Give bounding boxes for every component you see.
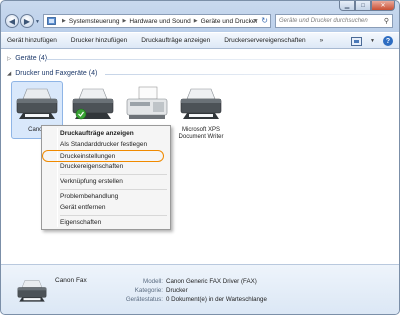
printer-xps-writer[interactable]: Microsoft XPS Document Writer: [171, 83, 231, 141]
details-device-name: Canon Fax: [55, 277, 87, 284]
breadcrumb-hardware[interactable]: Hardware und Sound: [129, 18, 190, 25]
menu-item-properties[interactable]: Eigenschaften: [60, 219, 101, 226]
breadcrumb-separator-icon: ▶: [122, 18, 127, 24]
history-dropdown-icon[interactable]: ▼: [35, 19, 40, 25]
breadcrumb-separator-icon: ▶: [62, 18, 66, 24]
address-bar[interactable]: ▶ Systemsteuerung ▶ Hardware und Sound ▶…: [43, 14, 271, 28]
change-view-icon[interactable]: [351, 36, 363, 46]
add-printer-button[interactable]: Drucker hinzufügen: [71, 37, 127, 44]
menu-item-see-print-jobs[interactable]: Druckaufträge anzeigen: [60, 130, 134, 137]
device-label: Microsoft XPS Document Writer: [178, 127, 224, 140]
details-value: Drucker: [166, 287, 188, 294]
details-key: Gerätestatus:: [125, 296, 163, 303]
back-button[interactable]: ◀: [5, 14, 19, 28]
fax-icon: [126, 86, 168, 119]
breadcrumb-systemsteuerung[interactable]: Systemsteuerung: [69, 18, 120, 25]
explorer-window: ▁ □ ✕ ◀ ▶ ▼ ▶ Systemsteuerung ▶ Hardware…: [0, 0, 400, 315]
more-commands-button[interactable]: »: [320, 37, 324, 44]
printer-default[interactable]: [63, 83, 123, 127]
minimize-button[interactable]: ▁: [339, 1, 355, 11]
forward-arrow-icon: ▶: [23, 16, 31, 26]
address-dropdown-icon[interactable]: ▼: [253, 18, 258, 24]
help-icon[interactable]: ?: [383, 36, 393, 46]
menu-item-remove-device[interactable]: Gerät entfernen: [60, 204, 106, 211]
details-key: Kategorie:: [134, 287, 163, 294]
fax-printer-icon: [17, 280, 47, 302]
fax-device[interactable]: [117, 83, 177, 127]
menu-item-set-default[interactable]: Als Standarddrucker festlegen: [60, 141, 147, 148]
search-placeholder: Geräte und Drucker durchsuchen: [279, 18, 368, 24]
menu-separator: [60, 189, 167, 190]
menu-item-create-shortcut[interactable]: Verknüpfung erstellen: [60, 178, 123, 185]
maximize-button[interactable]: □: [355, 1, 371, 11]
menu-item-troubleshoot[interactable]: Problembehandlung: [60, 193, 118, 200]
details-key: Modell:: [143, 278, 163, 285]
search-input[interactable]: Geräte und Drucker durchsuchen ⚲: [275, 14, 393, 28]
navigation-bar: ◀ ▶ ▼ ▶ Systemsteuerung ▶ Hardware und S…: [1, 13, 399, 29]
group-divider: [105, 74, 395, 75]
add-device-button[interactable]: Gerät hinzufügen: [7, 37, 57, 44]
back-arrow-icon: ◀: [8, 16, 16, 26]
printer-icon: [180, 88, 222, 119]
search-icon[interactable]: ⚲: [384, 17, 389, 25]
breadcrumb-separator-icon: ▶: [193, 18, 198, 24]
window-controls: ▁ □ ✕: [339, 1, 395, 11]
menu-gutter: [57, 128, 58, 227]
command-bar: Gerät hinzufügen Drucker hinzufügen Druc…: [1, 32, 399, 49]
see-print-jobs-button[interactable]: Druckaufträge anzeigen: [141, 37, 210, 44]
details-pane: Canon Fax Modell: Kategorie: Gerätestatu…: [1, 264, 399, 314]
control-panel-icon: [47, 17, 56, 25]
context-menu: Druckaufträge anzeigen Als Standarddruck…: [41, 125, 171, 230]
group-header-printers[interactable]: ◢ Drucker und Faxgeräte (4): [7, 70, 97, 77]
view-dropdown-icon[interactable]: ▼: [370, 38, 375, 44]
highlight-callout-ring: [42, 150, 164, 162]
menu-separator: [60, 215, 167, 216]
expand-arrow-icon[interactable]: ▷: [7, 56, 11, 62]
details-keys: Modell: Kategorie: Gerätestatus:: [91, 277, 163, 304]
breadcrumb-devices-printers[interactable]: Geräte und Drucker: [201, 18, 258, 25]
print-server-properties-button[interactable]: Druckerservereigenschaften: [224, 37, 305, 44]
group-header-devices[interactable]: ▷ Geräte (4): [7, 55, 47, 62]
group-divider: [45, 59, 395, 60]
group-title-devices: Geräte (4): [15, 55, 48, 62]
default-printer-icon: [72, 88, 114, 120]
collapse-arrow-icon[interactable]: ◢: [7, 71, 11, 77]
details-value: 0 Dokument(e) in der Warteschlange: [166, 296, 267, 303]
fax-printer-icon: [16, 88, 58, 119]
forward-button[interactable]: ▶: [20, 14, 34, 28]
menu-separator: [60, 174, 167, 175]
menu-item-printer-properties[interactable]: Druckereigenschaften: [60, 163, 123, 170]
group-title-printers: Drucker und Faxgeräte (4): [15, 70, 98, 77]
refresh-icon[interactable]: ↻: [261, 16, 268, 25]
details-value: Canon Generic FAX Driver (FAX): [166, 278, 257, 285]
details-values: Canon Generic FAX Driver (FAX) Drucker 0…: [166, 277, 267, 304]
close-button[interactable]: ✕: [371, 1, 395, 11]
